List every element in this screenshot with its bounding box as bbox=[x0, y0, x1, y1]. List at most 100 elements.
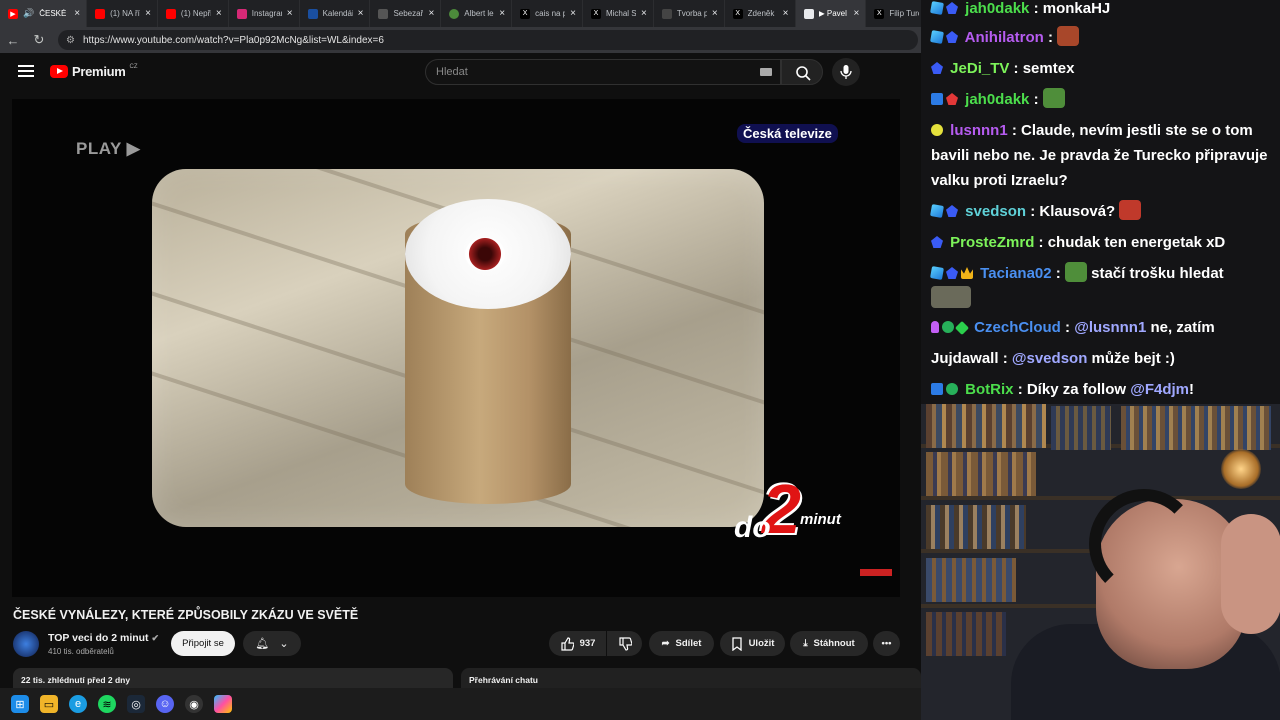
tab-title: Zdeněk bbox=[747, 9, 775, 18]
close-icon[interactable]: × bbox=[783, 8, 789, 19]
close-icon[interactable]: × bbox=[712, 8, 718, 19]
chat-username: JeDi_TV bbox=[950, 60, 1010, 77]
tab-tvorba[interactable]: Tvorba p × bbox=[654, 0, 725, 27]
video-player[interactable]: PLAY ▶ Česká televize 2 do minut bbox=[12, 99, 900, 597]
close-icon[interactable]: × bbox=[499, 8, 505, 19]
chat-text: : bbox=[1002, 350, 1008, 367]
badge-icon bbox=[930, 204, 944, 218]
tab-x-filip[interactable]: XFilip Turc× bbox=[866, 0, 921, 27]
copilot-icon[interactable] bbox=[214, 695, 232, 713]
page-icon bbox=[803, 8, 814, 19]
search-placeholder: Hledat bbox=[436, 66, 468, 78]
obs-icon[interactable]: ◉ bbox=[185, 695, 203, 713]
close-icon[interactable]: × bbox=[74, 8, 80, 19]
close-icon[interactable]: × bbox=[216, 8, 222, 19]
site-info-icon[interactable]: ⚙ bbox=[66, 35, 75, 46]
chat-username: Taciana02 bbox=[980, 265, 1052, 282]
dislike-button[interactable] bbox=[607, 631, 642, 656]
chat-text: stačí trošku hledat bbox=[1091, 265, 1224, 282]
tab-x-zdenek[interactable]: X Zdeněk × bbox=[725, 0, 796, 27]
voice-search-button[interactable] bbox=[832, 58, 860, 86]
share-label: Sdílet bbox=[675, 638, 702, 649]
download-button[interactable]: ⤓ Stáhnout bbox=[790, 631, 868, 656]
discord-icon[interactable]: ☺ bbox=[156, 695, 174, 713]
chat-message: jah0dakk : monkaHJ bbox=[930, 0, 1271, 21]
browser-tab-bar: ▶ 🔊 ČESKÉ × (1) NA ří × (1) Nepři × Instag… bbox=[0, 0, 921, 27]
badge-icon bbox=[946, 205, 958, 217]
tab-x-cais[interactable]: Xcais na p × bbox=[512, 0, 583, 27]
description-box[interactable]: 22 tis. zhlédnutí před 2 dny bbox=[13, 668, 453, 688]
tab-instagram[interactable]: Instagram × bbox=[229, 0, 300, 27]
subscriber-count: 410 tis. odběratelů bbox=[48, 647, 114, 656]
search-button[interactable] bbox=[781, 59, 823, 85]
channel-name[interactable]: TOP veci do 2 minut ✔ bbox=[48, 632, 159, 644]
badge-icon bbox=[946, 267, 958, 279]
x-logo-icon: X bbox=[520, 8, 531, 19]
steam-icon[interactable]: ◎ bbox=[127, 695, 145, 713]
spotify-icon[interactable]: ≋ bbox=[98, 695, 116, 713]
chat-text: : bbox=[1047, 29, 1053, 46]
calendar-icon bbox=[307, 8, 318, 19]
channel-avatar[interactable] bbox=[13, 631, 39, 657]
badge-icon bbox=[931, 383, 943, 395]
tab-youtube-nepri[interactable]: (1) Nepři × bbox=[158, 0, 229, 27]
join-button[interactable]: Připojit se bbox=[171, 631, 235, 656]
badge-icon bbox=[931, 236, 943, 248]
close-icon[interactable]: × bbox=[428, 8, 434, 19]
tab-youtube-active[interactable]: ▶ 🔊 ČESKÉ × bbox=[0, 0, 88, 27]
chat-username: lusnnn1 bbox=[950, 122, 1008, 139]
chat-username: Anihilatron bbox=[964, 29, 1044, 46]
chat-text: : chudak ten energetak xD bbox=[1038, 234, 1226, 251]
tab-x-michal[interactable]: X Michal S × bbox=[583, 0, 654, 27]
menu-icon[interactable] bbox=[18, 65, 34, 80]
bookmark-icon bbox=[731, 636, 742, 651]
badge-icon bbox=[930, 30, 944, 44]
search-input[interactable]: Hledat bbox=[425, 59, 781, 85]
mic-icon bbox=[840, 65, 852, 79]
badge-icon bbox=[930, 1, 944, 15]
keyboard-icon[interactable] bbox=[760, 68, 772, 76]
close-icon[interactable]: × bbox=[287, 8, 293, 19]
chat-mention: @svedson bbox=[1011, 350, 1088, 367]
windows-start-icon[interactable]: ⊞ bbox=[11, 695, 29, 713]
notifications-button[interactable]: 🔔︎ ⌄ bbox=[243, 631, 301, 656]
page-icon bbox=[378, 8, 389, 19]
file-explorer-icon[interactable]: ▭ bbox=[40, 695, 58, 713]
chat-text: může bejt :) bbox=[1087, 350, 1175, 367]
logo-region: CZ bbox=[129, 63, 138, 70]
subscribe-badge bbox=[860, 569, 892, 576]
youtube-premium-logo[interactable]: Premium CZ bbox=[50, 64, 138, 79]
tab-kalendar[interactable]: Kalendář × bbox=[300, 0, 371, 27]
save-button[interactable]: Uložit bbox=[720, 631, 785, 656]
badge-icon bbox=[931, 62, 943, 74]
more-actions-button[interactable]: ••• bbox=[873, 631, 900, 656]
back-icon[interactable]: ← bbox=[6, 33, 20, 48]
headphones bbox=[1089, 489, 1199, 599]
close-icon[interactable]: × bbox=[641, 8, 647, 19]
speaker-icon[interactable]: 🔊 bbox=[23, 8, 34, 19]
verified-icon: ✔ bbox=[151, 633, 160, 643]
youtube-header: Premium CZ Hledat bbox=[0, 53, 921, 93]
tab-title: Kalendář bbox=[322, 9, 353, 18]
emote-icon bbox=[1057, 26, 1080, 46]
tab-pavel[interactable]: ▶ Pavel u × bbox=[795, 0, 867, 27]
tab-title: Instagram bbox=[251, 9, 282, 18]
tab-title: ▶ Pavel u bbox=[818, 9, 849, 18]
do2minut-logo: 2 do minut bbox=[734, 470, 864, 551]
pepe-emote-icon bbox=[1042, 88, 1065, 108]
close-icon[interactable]: × bbox=[145, 8, 151, 19]
tab-albert[interactable]: Albert le × bbox=[441, 0, 513, 27]
share-button[interactable]: ➦ Sdílet bbox=[649, 631, 714, 656]
like-button[interactable]: 937 bbox=[549, 631, 606, 656]
check-badge-icon bbox=[946, 383, 958, 395]
mic-badge-icon bbox=[931, 321, 939, 333]
chat-replay-panel[interactable]: Přehrávání chatu bbox=[461, 668, 921, 688]
reload-icon[interactable]: ↻ bbox=[32, 32, 46, 48]
tab-youtube-na[interactable]: (1) NA ří × bbox=[87, 0, 158, 27]
edge-icon[interactable]: e bbox=[69, 695, 87, 713]
close-icon[interactable]: × bbox=[854, 8, 860, 19]
url-field[interactable]: ⚙ https://www.youtube.com/watch?v=Pla0p9… bbox=[58, 30, 918, 50]
close-icon[interactable]: × bbox=[358, 8, 364, 19]
close-icon[interactable]: × bbox=[570, 8, 576, 19]
tab-sebezar[interactable]: Sebezař × bbox=[370, 0, 442, 27]
